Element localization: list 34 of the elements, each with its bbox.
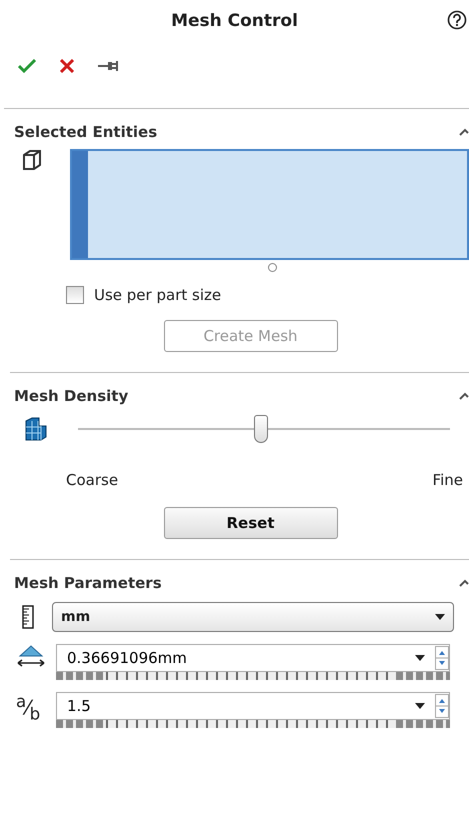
dropdown-icon[interactable]	[435, 614, 445, 620]
ruler-icon	[22, 605, 34, 629]
spin-box[interactable]: 1.5	[56, 692, 450, 720]
ok-icon[interactable]	[18, 59, 36, 73]
section-heading: Mesh Density	[14, 387, 128, 405]
dropdown-icon[interactable]	[415, 655, 425, 661]
spin-arrows-icon[interactable]	[435, 646, 449, 670]
thumbwheel-drawing[interactable]	[56, 672, 450, 680]
fine-label: Fine	[432, 471, 463, 489]
section-heading: Selected Entities	[14, 123, 158, 141]
close-icon[interactable]	[60, 59, 74, 73]
ratio-symbol: $^{a}$⁄$_{b}$	[16, 692, 42, 724]
panel-title: Mesh Control	[171, 11, 298, 31]
selection-list[interactable]	[70, 149, 469, 260]
section-heading: Mesh Parameters	[14, 574, 162, 592]
resize-handle[interactable]	[268, 263, 277, 272]
checkbox-label: Use per part size	[94, 286, 222, 304]
unit-dropdown[interactable]: mm	[52, 602, 454, 632]
help-icon[interactable]	[447, 10, 467, 30]
coarse-label: Coarse	[66, 471, 118, 489]
part-icon	[22, 149, 42, 171]
mesh-cube-icon	[24, 417, 48, 441]
dropdown-icon[interactable]	[415, 703, 425, 709]
checkbox[interactable]	[66, 286, 84, 304]
spin-arrows-icon[interactable]	[435, 694, 449, 718]
collapse-icon[interactable]	[459, 128, 469, 136]
reset-button[interactable]: Reset	[164, 507, 338, 539]
pin-icon[interactable]	[98, 60, 118, 72]
density-slider-thumb[interactable]	[254, 415, 268, 443]
collapse-icon[interactable]	[459, 579, 469, 587]
element-size-icon	[16, 644, 46, 668]
spin-box[interactable]: 0.36691096mm	[56, 644, 450, 672]
thumbwheel-drawing[interactable]	[56, 720, 450, 728]
collapse-icon[interactable]	[459, 392, 469, 400]
